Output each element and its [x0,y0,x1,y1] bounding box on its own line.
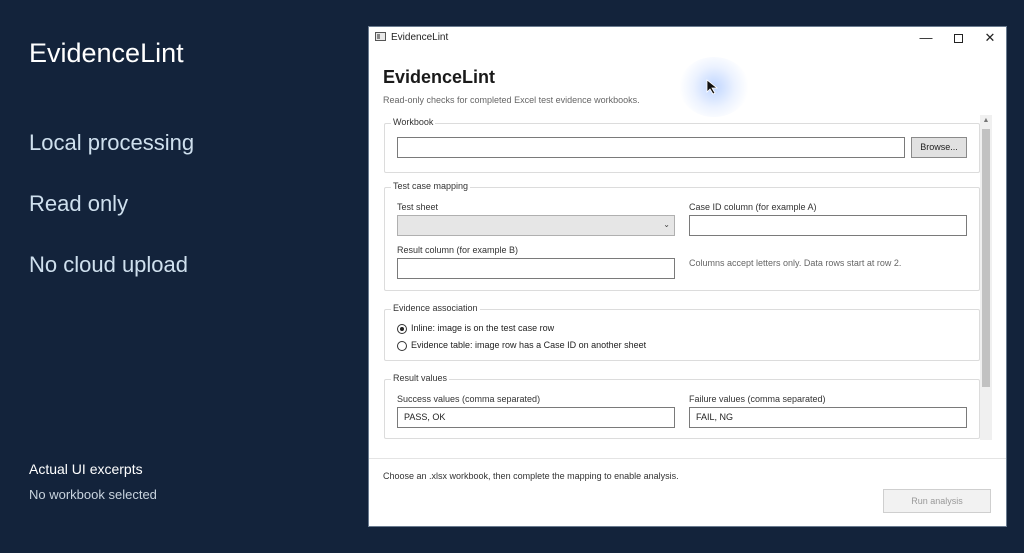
failure-values-label: Failure values (comma separated) [689,394,826,404]
run-analysis-button[interactable]: Run analysis [883,489,991,513]
browse-button[interactable]: Browse... [911,137,967,158]
workbook-group-label: Workbook [391,117,436,127]
scrollbar-thumb[interactable] [982,129,990,387]
test-sheet-label: Test sheet [397,202,439,212]
maximize-icon [953,34,963,44]
case-id-column-label: Case ID column (for example A) [689,202,817,212]
chevron-down-icon: ⌄ [663,220,670,229]
feature-local-processing: Local processing [29,130,195,155]
footer-bar: Choose an .xlsx workbook, then complete … [369,458,1006,526]
evidence-association-label: Evidence association [391,303,480,313]
feature-no-cloud-upload: No cloud upload [29,252,189,277]
feature-read-only: Read only [29,191,129,216]
app-heading: EvidenceLint [383,67,496,87]
minimize-icon: — [919,30,933,45]
status-message: Choose an .xlsx workbook, then complete … [383,471,679,481]
vertical-scrollbar[interactable]: ▲ [980,115,992,440]
workbook-group: Workbook Browse... [384,117,980,173]
mouse-pointer-icon [706,79,719,95]
radio-inline-indicator[interactable] [397,323,407,334]
window-title: EvidenceLint [391,32,449,43]
success-values-input[interactable]: PASS, OK [397,407,675,428]
radio-evidence-table-indicator[interactable] [397,340,407,351]
settings-scroll-area[interactable]: Workbook Browse... Test case mapping Tes… [370,115,994,440]
app-subtitle: Read-only checks for completed Excel tes… [383,95,640,105]
close-icon: ✕ [984,30,996,45]
failure-values-input[interactable]: FAIL, NG [689,407,967,428]
radio-evidence-table-label: Evidence table: image row has a Case ID … [411,340,647,350]
test-case-mapping-label: Test case mapping [391,181,471,191]
result-column-input[interactable] [397,258,675,279]
product-title: EvidenceLint [29,38,184,68]
app-window-icon [375,32,386,41]
excerpt-status: No workbook selected [29,487,157,502]
test-case-mapping-group: Test case mapping Test sheet ⌄ Case ID c… [384,181,980,291]
marketing-panel: EvidenceLint Local processing Read only … [0,0,368,553]
radio-inline-label: Inline: image is on the test case row [411,323,555,333]
title-bar[interactable]: EvidenceLint — ✕ [369,27,1006,49]
test-sheet-dropdown[interactable]: ⌄ [397,215,675,236]
result-values-label: Result values [391,373,450,383]
result-values-group: Result values Success values (comma sepa… [384,373,980,439]
result-column-label: Result column (for example B) [397,245,519,255]
evidence-association-group: Evidence association Inline: image is on… [384,303,980,361]
maximize-button[interactable] [942,27,974,49]
close-button[interactable]: ✕ [974,27,1006,49]
success-values-label: Success values (comma separated) [397,394,541,404]
radio-inline[interactable]: Inline: image is on the test case row [397,322,554,334]
minimize-button[interactable]: — [910,27,942,49]
column-hint: Columns accept letters only. Data rows s… [689,258,902,268]
scroll-up-icon[interactable]: ▲ [980,115,992,127]
excerpt-title: Actual UI excerpts [29,461,143,477]
workbook-path-input[interactable] [397,137,905,158]
app-window: EvidenceLint — ✕ EvidenceLint Read-only … [368,26,1007,527]
radio-evidence-table[interactable]: Evidence table: image row has a Case ID … [397,339,646,351]
case-id-column-input[interactable] [689,215,967,236]
